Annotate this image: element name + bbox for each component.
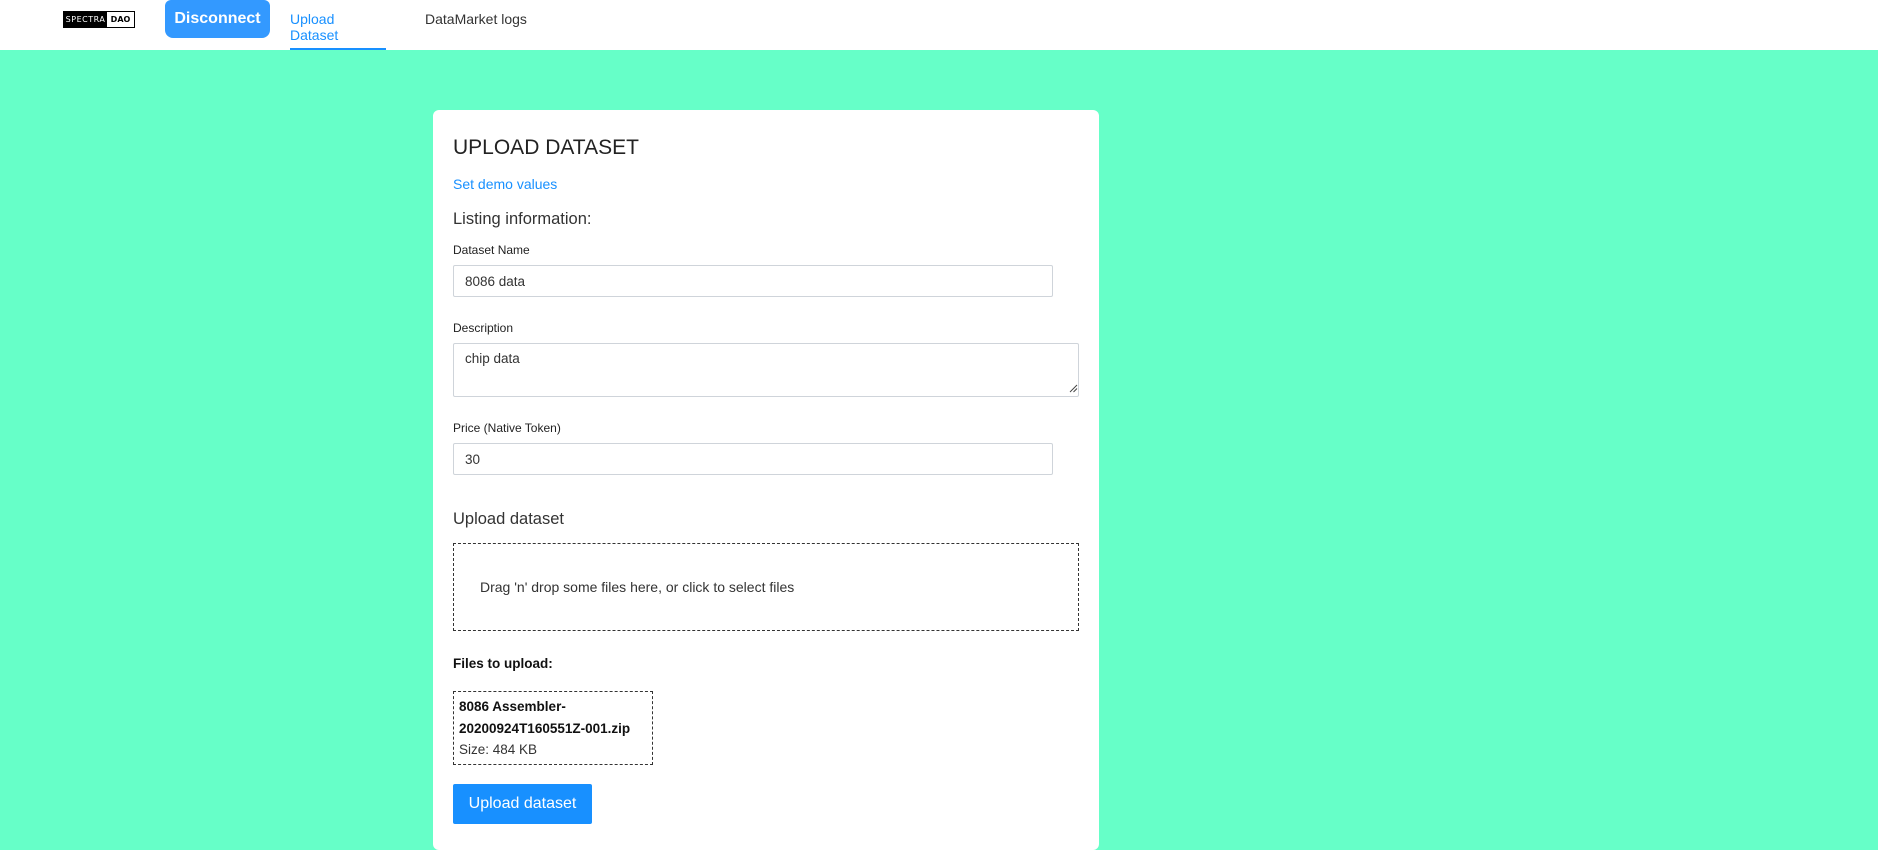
file-item: 8086 Assembler-20200924T160551Z-001.zip … (453, 691, 653, 765)
top-navbar: SPECTRA DAO Disconnect Upload Dataset Da… (0, 0, 1878, 50)
dataset-name-input[interactable] (453, 265, 1053, 297)
file-name: 8086 Assembler-20200924T160551Z-001.zip (459, 699, 631, 736)
tab-datamarket-logs[interactable]: DataMarket logs (425, 0, 530, 50)
description-textarea[interactable]: chip data (453, 343, 1079, 397)
spectra-dao-logo[interactable]: SPECTRA DAO (63, 11, 135, 28)
upload-dataset-card: UPLOAD DATASET Set demo values Listing i… (433, 110, 1099, 850)
logo-left-text: SPECTRA (64, 12, 107, 27)
price-input[interactable] (453, 443, 1053, 475)
dataset-name-label: Dataset Name (453, 243, 530, 257)
price-label: Price (Native Token) (453, 421, 561, 435)
logo-right-text: DAO (110, 15, 131, 24)
disconnect-button[interactable]: Disconnect (165, 0, 270, 38)
upload-dataset-heading: Upload dataset (453, 510, 564, 528)
file-size: Size: 484 KB (459, 742, 538, 757)
tab-upload-dataset[interactable]: Upload Dataset (290, 0, 386, 50)
resize-grip-icon[interactable] (1069, 384, 1078, 393)
upload-dataset-button[interactable]: Upload dataset (453, 784, 592, 824)
description-label: Description (453, 321, 514, 335)
listing-information-heading: Listing information: (453, 210, 592, 228)
files-to-upload-heading: Files to upload: (453, 656, 553, 671)
dropzone-text: Drag 'n' drop some files here, or click … (480, 579, 795, 595)
set-demo-values-link[interactable]: Set demo values (453, 176, 557, 192)
page-title: UPLOAD DATASET (453, 136, 639, 159)
file-dropzone[interactable]: Drag 'n' drop some files here, or click … (453, 543, 1079, 631)
